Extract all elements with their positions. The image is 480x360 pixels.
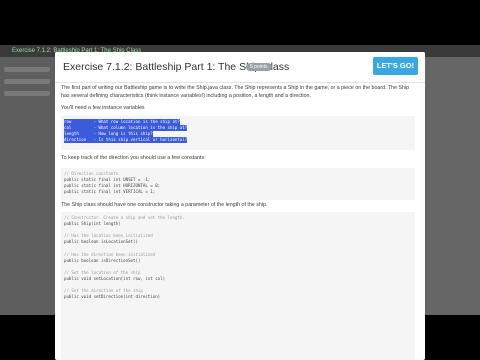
code-line: public static final int VERTICAL = 1; <box>64 189 156 195</box>
letterbox-top <box>0 0 480 45</box>
background-sidebar-row <box>4 91 50 96</box>
constructor-label: The Ship class should have one construct… <box>61 202 268 208</box>
methods-code-block: // Constructor. Create a ship and set th… <box>61 212 415 360</box>
intro-paragraph: The first part of writing our Battleship… <box>61 85 410 99</box>
instance-vars-code-block: row - What row location is the ship at? … <box>61 116 415 150</box>
code-line: direction - Is this ship vertical or hor… <box>64 137 188 144</box>
modal-body: The first part of writing our Battleship… <box>55 83 425 360</box>
constants-label: To keep track of the direction you shoul… <box>61 155 206 161</box>
code-line: public void setDirection(int direction) <box>64 294 161 300</box>
exercise-modal: Exercise 7.1.2: Battleship Part 1: The S… <box>55 52 425 360</box>
lets-go-button[interactable]: LET'S GO! <box>373 57 418 75</box>
points-badge: 5 points <box>246 63 272 71</box>
constants-code-block: // Direction constants public static fin… <box>61 168 415 200</box>
instance-vars-label: You'll need a few instance variables <box>61 105 145 111</box>
background-sidebar-row <box>4 79 50 84</box>
modal-header: Exercise 7.1.2: Battleship Part 1: The S… <box>55 52 425 83</box>
background-sidebar <box>0 57 55 315</box>
background-right-panel <box>425 57 480 315</box>
background-sidebar-row <box>4 67 50 72</box>
